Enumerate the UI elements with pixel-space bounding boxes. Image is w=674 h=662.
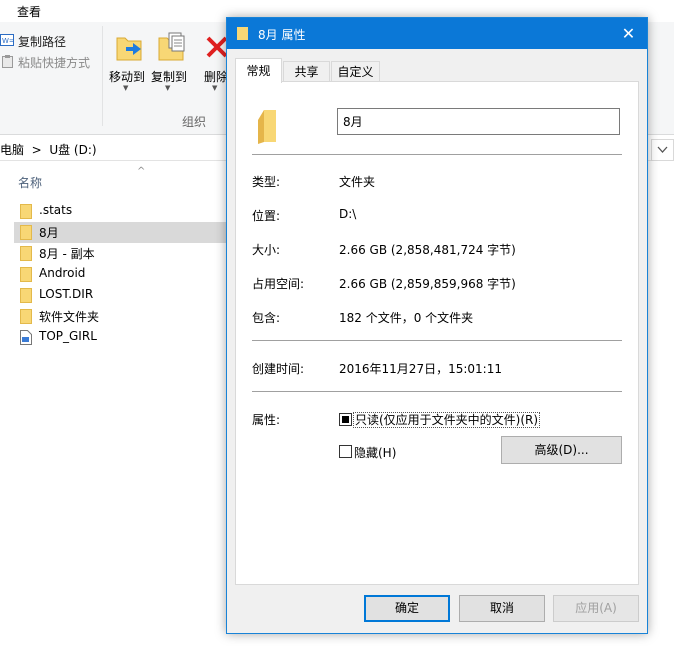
hidden-label: 隐藏(H) xyxy=(354,446,397,460)
close-button[interactable]: ✕ xyxy=(610,18,647,49)
type-value: 文件夹 xyxy=(339,175,376,189)
readonly-checkbox[interactable] xyxy=(339,413,352,426)
column-header-name[interactable]: 名称 xyxy=(18,174,42,191)
apply-button[interactable]: 应用(A) xyxy=(553,595,639,622)
copy-to-icon xyxy=(158,32,185,61)
size-label: 大小: xyxy=(252,243,281,257)
location-label: 位置: xyxy=(252,209,281,223)
size-value: 2.66 GB (2,858,481,724 字节) xyxy=(339,243,516,257)
move-to-button[interactable]: 移动到 ▼ xyxy=(106,30,148,92)
file-name: 软件文件夹 xyxy=(39,310,100,324)
folder-icon xyxy=(237,27,248,40)
general-tab-panel: 类型: 文件夹 位置: D:\ 大小: 2.66 GB (2,858,481,7… xyxy=(235,81,639,585)
file-row[interactable]: LOST.DIR xyxy=(14,285,229,306)
paste-shortcut-icon xyxy=(2,55,13,68)
delete-label: 删除 xyxy=(204,70,229,84)
advanced-button[interactable]: 高级(D)... xyxy=(501,436,622,464)
file-name: 8月 xyxy=(39,226,59,240)
dialog-title: 8月 属性 xyxy=(258,28,306,42)
created-value: 2016年11月27日，15:01:11 xyxy=(339,362,502,376)
svg-text:W=: W= xyxy=(2,37,14,45)
ribbon-tab-view[interactable]: 查看 xyxy=(17,3,41,20)
ok-button[interactable]: 确定 xyxy=(364,595,450,622)
file-row[interactable]: 软件文件夹 xyxy=(14,306,229,327)
chevron-down-icon: ▼ xyxy=(212,84,218,92)
paste-shortcut-label: 粘贴快捷方式 xyxy=(18,56,91,70)
separator xyxy=(252,340,622,341)
cancel-button[interactable]: 取消 xyxy=(459,595,545,622)
document-icon xyxy=(20,330,32,345)
folder-icon xyxy=(20,246,32,261)
file-name: TOP_GIRL xyxy=(39,329,97,343)
copy-path-icon: W= xyxy=(0,34,14,46)
disk-size-value: 2.66 GB (2,859,859,968 字节) xyxy=(339,277,516,291)
sort-ascending-icon: ^ xyxy=(137,166,146,177)
tab-customize[interactable]: 自定义 xyxy=(331,61,380,82)
close-icon: ✕ xyxy=(621,24,636,43)
chevron-down-icon: ▼ xyxy=(165,84,171,92)
type-label: 类型: xyxy=(252,175,281,189)
separator xyxy=(252,391,622,392)
folder-icon xyxy=(20,225,32,240)
attributes-label: 属性: xyxy=(252,413,281,427)
properties-dialog: 8月 属性 ✕ 常规 共享 自定义 类型: 文件夹 位置: D:\ 大小: 2.… xyxy=(226,17,648,634)
ribbon-group-organize: 组织 xyxy=(182,115,207,129)
folder-icon xyxy=(20,267,32,282)
file-row[interactable]: TOP_GIRL xyxy=(14,327,229,348)
chevron-down-icon xyxy=(657,146,668,153)
location-value: D:\ xyxy=(339,207,357,221)
tab-sharing[interactable]: 共享 xyxy=(283,61,330,82)
separator xyxy=(252,154,622,155)
file-row[interactable]: 8月 - 副本 xyxy=(14,243,229,264)
file-name: .stats xyxy=(39,203,73,217)
file-name: LOST.DIR xyxy=(39,287,94,301)
readonly-label: 只读(仅应用于文件夹中的文件)(R) xyxy=(353,412,541,428)
delete-x-icon xyxy=(206,36,228,58)
file-name: Android xyxy=(39,266,86,280)
created-label: 创建时间: xyxy=(252,362,305,376)
move-to-label: 移动到 xyxy=(108,70,145,84)
hidden-checkbox[interactable] xyxy=(339,445,352,458)
contains-value: 182 个文件，0 个文件夹 xyxy=(339,311,474,325)
chevron-down-icon: ▼ xyxy=(123,84,129,92)
copy-to-label: 复制到 xyxy=(150,70,187,84)
folder-large-icon xyxy=(258,110,276,144)
disk-size-label: 占用空间: xyxy=(252,277,305,291)
move-to-icon xyxy=(116,37,142,61)
folder-icon xyxy=(20,288,32,303)
contains-label: 包含: xyxy=(252,311,281,325)
tab-general[interactable]: 常规 xyxy=(235,58,282,83)
copy-path-label: 复制路径 xyxy=(18,35,67,49)
folder-name-input[interactable] xyxy=(337,108,620,135)
ribbon-divider xyxy=(102,26,103,126)
file-name: 8月 - 副本 xyxy=(39,247,95,261)
file-row[interactable]: .stats xyxy=(14,201,229,222)
folder-icon xyxy=(20,309,32,324)
address-path: 电脑 > U盘 (D:) xyxy=(0,143,97,157)
copy-to-button[interactable]: 复制到 ▼ xyxy=(148,30,190,92)
dialog-titlebar[interactable]: 8月 属性 ✕ xyxy=(227,18,647,49)
address-dropdown-button[interactable] xyxy=(651,139,674,161)
file-row-selected[interactable]: 8月 xyxy=(14,222,229,243)
file-row[interactable]: Android xyxy=(14,264,229,285)
folder-icon xyxy=(20,204,32,219)
